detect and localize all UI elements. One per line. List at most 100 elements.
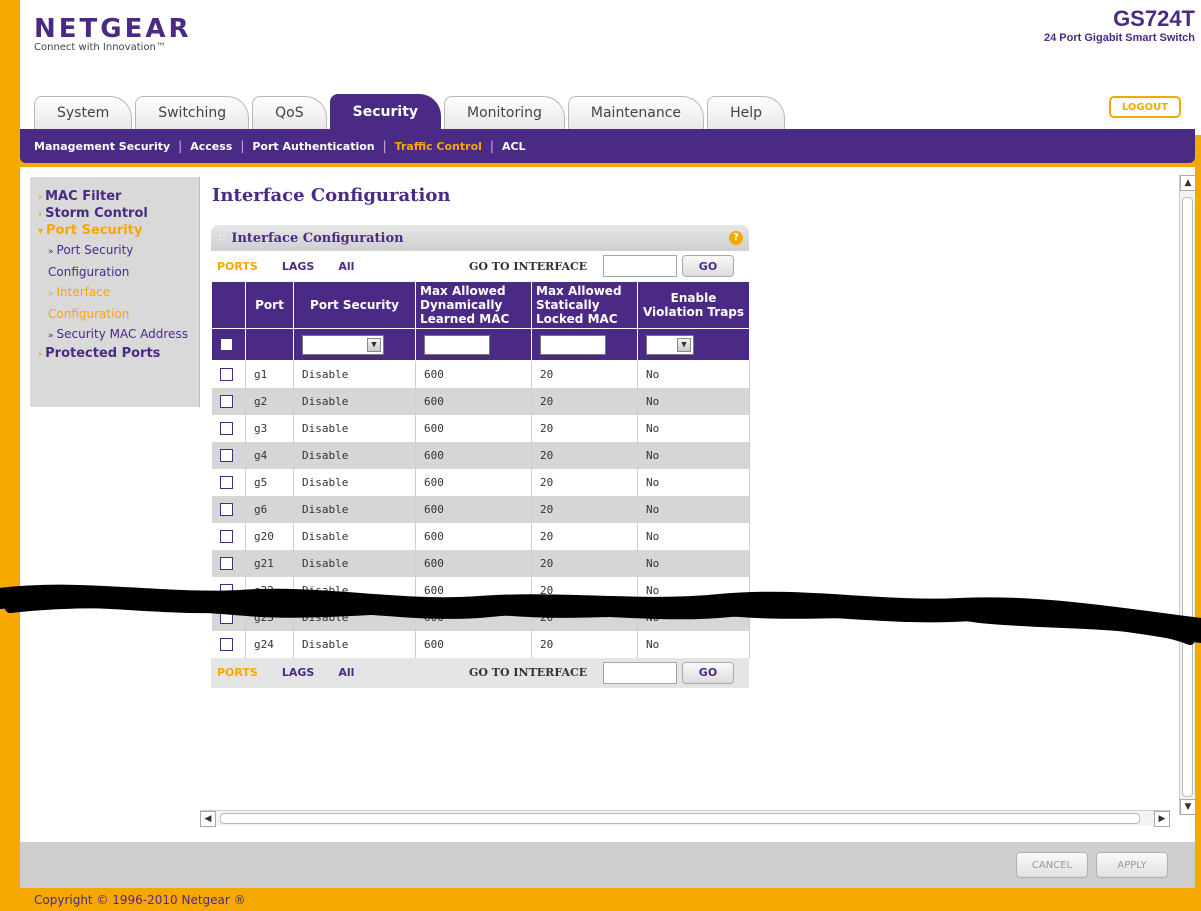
table-row[interactable]: g3 Disable 600 20 No [211, 414, 750, 442]
apply-button[interactable]: APPLY [1096, 852, 1168, 878]
row-checkbox[interactable] [219, 529, 233, 543]
sidebar-subitem-security-mac-address[interactable]: » Security MAC Address [48, 324, 191, 346]
cell-select [211, 468, 246, 496]
cell-security: Disable [293, 630, 416, 658]
header-port-security: Port Security [293, 281, 416, 329]
table-row[interactable]: g21 Disable 600 20 No [211, 549, 750, 577]
max-static-input[interactable] [540, 334, 606, 355]
cell-select [211, 522, 246, 550]
netgear-logo[interactable]: NETGEAR Connect with Innovation™ [34, 14, 192, 53]
double-chevron-icon: » [48, 289, 54, 299]
goto-interface-input[interactable] [603, 255, 677, 277]
violation-traps-select[interactable]: ▼ [646, 334, 694, 355]
table-row[interactable]: g6 Disable 600 20 No [211, 495, 750, 523]
table-row[interactable]: g1 Disable 600 20 No [211, 360, 750, 388]
table-row[interactable]: g4 Disable 600 20 No [211, 441, 750, 469]
filter-all-link[interactable]: All [338, 260, 354, 273]
subnav-traffic-control[interactable]: Traffic Control [395, 140, 482, 153]
sidebar-item-protected-ports[interactable]: › Protected Ports [38, 346, 191, 361]
header-select [211, 281, 246, 329]
filter-all-link[interactable]: All [338, 666, 354, 679]
sidebar-item-mac-filter[interactable]: › MAC Filter [38, 189, 191, 204]
row-checkbox[interactable] [219, 637, 233, 651]
help-icon[interactable]: ? [729, 231, 743, 245]
cancel-button[interactable]: CANCEL [1016, 852, 1088, 878]
horizontal-scrollbar[interactable]: ◀ ▶ [200, 810, 1170, 827]
row-checkbox[interactable] [219, 502, 233, 516]
row-checkbox[interactable] [219, 475, 233, 489]
subnav-management-security[interactable]: Management Security [34, 140, 170, 153]
cell-max-static: 20 [531, 576, 638, 604]
header-port: Port [245, 281, 294, 329]
cell-max-dynamic: 600 [415, 441, 532, 469]
cell-port: g20 [245, 522, 294, 550]
chevron-down-icon: ▾ [38, 226, 44, 237]
tab-switching[interactable]: Switching [135, 96, 250, 129]
row-checkbox[interactable] [219, 394, 233, 408]
row-checkbox[interactable] [219, 421, 233, 435]
arrow-down-icon[interactable]: ▼ [1180, 799, 1196, 815]
row-checkbox[interactable] [219, 368, 233, 381]
go-button[interactable]: GO [682, 255, 734, 277]
max-dynamic-input[interactable] [424, 334, 490, 355]
arrow-right-icon[interactable]: ▶ [1154, 811, 1170, 827]
cell-select [211, 603, 246, 631]
filter-ports-link[interactable]: PORTS [217, 260, 258, 273]
sidebar-subitem-port-security-configuration[interactable]: » Port Security Configuration [48, 240, 191, 282]
subnav-separator: | [178, 139, 183, 153]
subnav-separator: | [240, 139, 245, 153]
cell-max-dynamic: 600 [415, 576, 532, 604]
cell-select [211, 495, 246, 523]
copyright-text: Copyright © 1996-2010 Netgear ® [34, 893, 246, 907]
go-button[interactable]: GO [682, 661, 734, 684]
table-row[interactable]: g24 Disable 600 20 No [211, 630, 750, 658]
sidebar-item-storm-control[interactable]: › Storm Control [38, 206, 191, 221]
tab-qos[interactable]: QoS [252, 96, 327, 129]
cell-traps: No [637, 441, 750, 469]
cell-traps: No [637, 414, 750, 442]
row-checkbox[interactable] [219, 583, 233, 597]
cell-max-static: 20 [531, 360, 638, 388]
subnav-port-authentication[interactable]: Port Authentication [252, 140, 374, 153]
filter-lags-link[interactable]: LAGS [282, 666, 314, 679]
goto-interface-input[interactable] [603, 661, 677, 684]
row-checkbox[interactable] [219, 610, 233, 624]
sidebar-item-label: Security MAC Address [56, 327, 188, 341]
table-row[interactable]: g5 Disable 600 20 No [211, 468, 750, 496]
tab-system[interactable]: System [34, 96, 133, 129]
filter-static-cell [531, 328, 638, 361]
subnav-access[interactable]: Access [190, 140, 232, 153]
arrow-up-icon[interactable]: ▲ [1180, 175, 1196, 191]
scroll-thumb[interactable] [220, 813, 1140, 824]
tab-help[interactable]: Help [707, 96, 785, 129]
subnav-acl[interactable]: ACL [502, 140, 526, 153]
cell-select [211, 576, 246, 604]
device-description: 24 Port Gigabit Smart Switch [1044, 32, 1195, 44]
filter-ports-link[interactable]: PORTS [217, 666, 258, 679]
table-row[interactable]: g2 Disable 600 20 No [211, 387, 750, 415]
select-all-checkbox[interactable] [220, 338, 233, 352]
cell-max-static: 20 [531, 387, 638, 415]
table-row[interactable]: g23 Disable 600 20 No [211, 603, 750, 631]
cell-security: Disable [293, 441, 416, 469]
arrow-left-icon[interactable]: ◀ [200, 811, 216, 827]
port-security-select[interactable]: ▼ [302, 334, 384, 355]
table-body: g1 Disable 600 20 No g2 Disable 600 20 No g3 Disabl… [211, 360, 750, 658]
cell-max-dynamic: 600 [415, 360, 532, 388]
sidebar-subitem-interface-configuration[interactable]: » Interface Configuration [48, 282, 191, 324]
row-checkbox[interactable] [219, 448, 233, 462]
logo-text: NETGEAR [34, 14, 192, 44]
tab-maintenance[interactable]: Maintenance [567, 96, 705, 129]
table-row[interactable]: g20 Disable 600 20 No [211, 522, 750, 550]
scroll-thumb[interactable] [1182, 197, 1193, 797]
logout-button[interactable]: LOGOUT [1109, 96, 1181, 118]
tab-monitoring[interactable]: Monitoring [444, 96, 565, 129]
filter-lags-link[interactable]: LAGS [282, 260, 314, 273]
table-row[interactable]: g22 Disable 600 20 No [211, 576, 750, 604]
cell-traps: No [637, 549, 750, 577]
sidebar-item-port-security[interactable]: ▾ Port Security [38, 223, 191, 238]
row-checkbox[interactable] [219, 556, 233, 570]
tab-security[interactable]: Security [329, 94, 442, 129]
cell-max-static: 20 [531, 522, 638, 550]
vertical-scrollbar[interactable]: ▲ ▼ [1179, 175, 1196, 815]
